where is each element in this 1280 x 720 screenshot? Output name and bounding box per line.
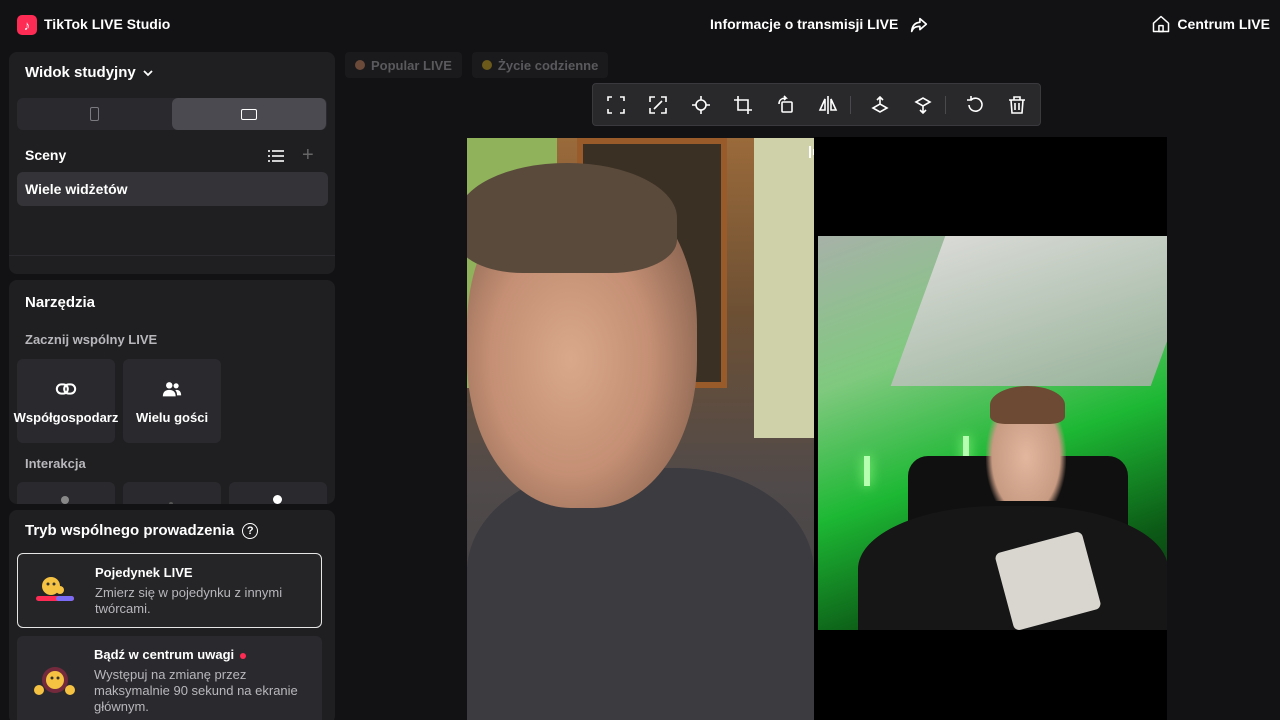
video-background xyxy=(890,236,1167,386)
expand-icon[interactable] xyxy=(648,95,668,115)
toolbar-divider xyxy=(945,96,946,114)
stream-info-title[interactable]: Informacje o transmisji LIVE xyxy=(710,16,898,32)
live-center-button[interactable]: Centrum LIVE xyxy=(1151,14,1270,34)
undo-icon[interactable] xyxy=(965,95,985,115)
move-down-layer-icon[interactable] xyxy=(913,95,933,115)
tools-title: Narzędzia xyxy=(25,294,96,311)
cohost-mode-title-text: Tryb wspólnego prowadzenia xyxy=(25,522,235,539)
multi-guest-tool-button[interactable]: Wielu gości xyxy=(123,359,221,443)
interaction-label: Interakcja xyxy=(25,456,86,471)
link-icon xyxy=(55,382,77,395)
spotlight-mode-card[interactable]: Bądź w centrum uwagi Występuj na zmianę … xyxy=(17,636,322,720)
scenes-title: Sceny xyxy=(25,147,67,163)
app-title: TikTok LIVE Studio xyxy=(44,16,171,32)
toolbar-divider xyxy=(850,96,851,114)
users-icon xyxy=(162,381,182,396)
top-bar: ♪ TikTok LIVE Studio Informacje o transm… xyxy=(0,0,1280,50)
guest-video-frame xyxy=(818,236,1167,630)
tiktok-logo-icon: ♪ xyxy=(17,15,37,35)
portrait-button[interactable] xyxy=(17,98,171,130)
spotlight-mode-name-text: Bądź w centrum uwagi xyxy=(94,647,235,662)
list-icon[interactable] xyxy=(268,149,284,163)
scene-item[interactable]: Wiele widżetów xyxy=(17,172,328,206)
divider xyxy=(9,255,335,256)
video-background xyxy=(864,456,870,486)
interaction-card[interactable] xyxy=(17,482,115,504)
cohost-tool-button[interactable]: Współgospodarz xyxy=(14,359,118,443)
crop-icon[interactable] xyxy=(733,95,753,115)
video-person-hair xyxy=(990,386,1065,424)
stream-tag[interactable]: Życie codzienne xyxy=(471,52,609,78)
stream-tag[interactable]: Popular LIVE xyxy=(345,52,462,78)
interaction-item-icon xyxy=(169,502,173,504)
spotlight-emoji-icon xyxy=(34,667,75,695)
landscape-button[interactable] xyxy=(172,98,326,130)
tools-panel: Narzędzia Zacznij wspólny LIVE Współgosp… xyxy=(9,280,335,504)
fit-icon[interactable] xyxy=(606,95,626,115)
stream-tags: Popular LIVE Życie codzienne xyxy=(345,52,609,78)
interaction-card[interactable] xyxy=(123,482,221,504)
studio-view-label: Widok studyjny xyxy=(25,64,136,81)
landscape-icon xyxy=(241,108,257,120)
flip-horizontal-icon[interactable] xyxy=(818,95,838,115)
delete-icon[interactable] xyxy=(1007,95,1027,115)
live-center-label: Centrum LIVE xyxy=(1177,16,1270,32)
heart-icon xyxy=(355,60,365,70)
cohost-mode-panel: Tryb wspólnego prowadzenia ? Pojedynek L… xyxy=(9,510,335,720)
studio-view-dropdown[interactable]: Widok studyjny xyxy=(25,64,154,81)
interaction-item-icon xyxy=(273,495,282,504)
new-dot-icon xyxy=(240,652,247,659)
multi-guest-tool-label: Wielu gości xyxy=(135,409,209,425)
home-icon xyxy=(1153,15,1170,33)
spotlight-mode-name: Bądź w centrum uwagi xyxy=(94,647,247,662)
share-icon[interactable] xyxy=(908,14,930,36)
studio-view-panel: Widok studyjny Sceny + Wiele widżetów xyxy=(9,52,335,274)
stream-tag-label: Życie codzienne xyxy=(497,57,599,73)
canvas-toolbar xyxy=(592,83,1041,126)
host-video-feed[interactable] xyxy=(467,138,814,720)
emoji-icon xyxy=(481,60,492,70)
add-scene-icon[interactable]: + xyxy=(302,144,314,167)
live-battle-mode-desc: Zmierz się w pojedynku z innymi twórcami… xyxy=(95,585,283,616)
chevron-down-icon xyxy=(143,69,153,76)
cohost-mode-title: Tryb wspólnego prowadzenia ? xyxy=(25,522,259,539)
spotlight-mode-desc: Występuj na zmianę przez maksymalnie 90 … xyxy=(94,667,298,714)
battle-emoji-icon xyxy=(36,577,74,601)
stream-tag-label: Popular LIVE xyxy=(371,57,452,73)
center-icon[interactable] xyxy=(691,95,711,115)
live-battle-mode-name: Pojedynek LIVE xyxy=(95,565,193,580)
video-background xyxy=(754,138,814,438)
guest-video-feed[interactable] xyxy=(814,137,1167,720)
cohost-tool-label: Współgospodarz xyxy=(13,409,119,425)
video-person-hair xyxy=(467,163,677,273)
portrait-icon xyxy=(89,107,99,121)
rotate-icon[interactable] xyxy=(776,95,796,115)
live-battle-mode-card[interactable]: Pojedynek LIVE Zmierz się w pojedynku z … xyxy=(17,553,322,628)
interaction-item-icon xyxy=(61,496,69,504)
move-up-layer-icon[interactable] xyxy=(870,95,890,115)
orientation-toggle xyxy=(17,98,327,130)
interaction-card[interactable] xyxy=(229,482,327,504)
video-person-body xyxy=(467,468,814,720)
help-icon[interactable]: ? xyxy=(242,522,259,539)
start-joint-live-label: Zacznij wspólny LIVE xyxy=(25,332,158,347)
